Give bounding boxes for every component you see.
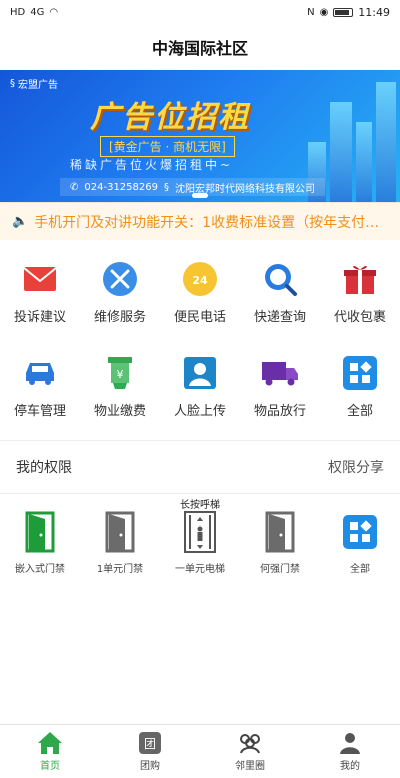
service-express[interactable]: 快递查询 [240,252,320,346]
banner-brand: § 宏盟广告 [10,78,58,91]
gift-icon [341,260,379,298]
permissions-header: 我的权限 权限分享 [0,441,400,493]
permission-unit1-door[interactable]: 1单元门禁 [80,496,160,578]
nav-bar: 中海国际社区 [0,24,400,70]
service-all[interactable]: 全部 [320,346,400,440]
profile-icon [337,731,363,755]
truck-icon [261,354,299,392]
permissions-title: 我的权限 [16,460,72,476]
bottom-tab-bar: 首页 团 团购 邻里圈 我的 [0,724,400,778]
tab-group-buy[interactable]: 团 团购 [100,725,200,778]
permission-heqiang-door[interactable]: 何强门禁 [240,496,320,578]
svg-text:24: 24 [192,274,208,287]
permission-all[interactable]: 全部 [320,496,400,578]
group-buy-icon: 团 [137,731,163,755]
tab-profile[interactable]: 我的 [300,725,400,778]
long-press-hint: 长按呼梯 [180,500,220,511]
brand-logo-icon: § [10,78,15,89]
battery-icon [333,7,354,17]
service-parcel[interactable]: 代收包裹 [320,252,400,346]
service-face[interactable]: 人脸上传 [160,346,240,440]
service-grid: 投诉建议 维修服务 24 便民电话 快递查询 代收包裹 停车管理 ¥ 物业缴费 [0,240,400,440]
permission-embedded-door[interactable]: 嵌入式门禁 [0,496,80,578]
banner-headline: 广告位招租 [90,100,250,135]
banner-subline: 稀缺广告位火爆招租中~ [70,158,234,172]
all-apps-icon [342,510,378,554]
permission-share-button[interactable]: 权限分享 [328,457,384,477]
banner-phone: 024-31258269 [84,181,158,193]
wrench-icon [101,260,139,298]
banner-tagline: [黄金广告 · 商机无限] [100,136,235,157]
wifi-icon: ◠ [49,6,59,18]
location-icon: ◉ [319,6,329,18]
service-parking[interactable]: 停车管理 [0,346,80,440]
package-search-icon [261,260,299,298]
speaker-icon: 🔈 [12,214,29,229]
permission-list: 嵌入式门禁 1单元门禁 长按呼梯 一单元电梯 何强门禁 全部 [0,494,400,578]
service-complaint[interactable]: 投诉建议 [0,252,80,346]
svg-text:¥: ¥ [117,368,124,381]
signal-label: 4G [30,6,45,18]
ad-banner[interactable]: § 宏盟广告 广告位招租 [黄金广告 · 商机无限] 稀缺广告位火爆招租中~ ✆… [0,70,400,202]
payment-icon: ¥ [101,354,139,392]
phone-24-icon: 24 [181,260,219,298]
svg-text:团: 团 [144,737,156,751]
green-door-icon [22,510,58,554]
tab-neighbors[interactable]: 邻里圈 [200,725,300,778]
neighbors-icon [237,731,263,755]
status-bar: HD 4G ◠ N ◉ 11:49 [0,0,400,24]
company-logo-icon: § [163,181,169,193]
car-icon [21,354,59,392]
permission-unit1-elevator[interactable]: 长按呼梯 一单元电梯 [160,496,240,578]
face-icon [181,354,219,392]
service-release[interactable]: 物品放行 [240,346,320,440]
page-title: 中海国际社区 [151,39,248,58]
service-repair[interactable]: 维修服务 [80,252,160,346]
nfc-icon: N [307,6,315,18]
service-phone[interactable]: 24 便民电话 [160,252,240,346]
service-payment[interactable]: ¥ 物业缴费 [80,346,160,440]
notice-text: 手机开门及对讲功能开关：1收费标准设置（按年支付… [34,214,380,231]
tab-home[interactable]: 首页 [0,725,100,778]
mail-icon [21,260,59,298]
phone-icon: ✆ [70,181,79,193]
elevator-icon [182,510,218,554]
all-apps-icon [341,354,379,392]
notice-bar[interactable]: 🔈 手机开门及对讲功能开关：1收费标准设置（按年支付… [0,202,400,240]
home-icon [37,731,63,755]
carousel-indicator [192,193,208,198]
clock: 11:49 [358,5,390,19]
gray-door-icon [102,510,138,554]
gray-door-icon [262,510,298,554]
network-label: HD [10,6,26,18]
